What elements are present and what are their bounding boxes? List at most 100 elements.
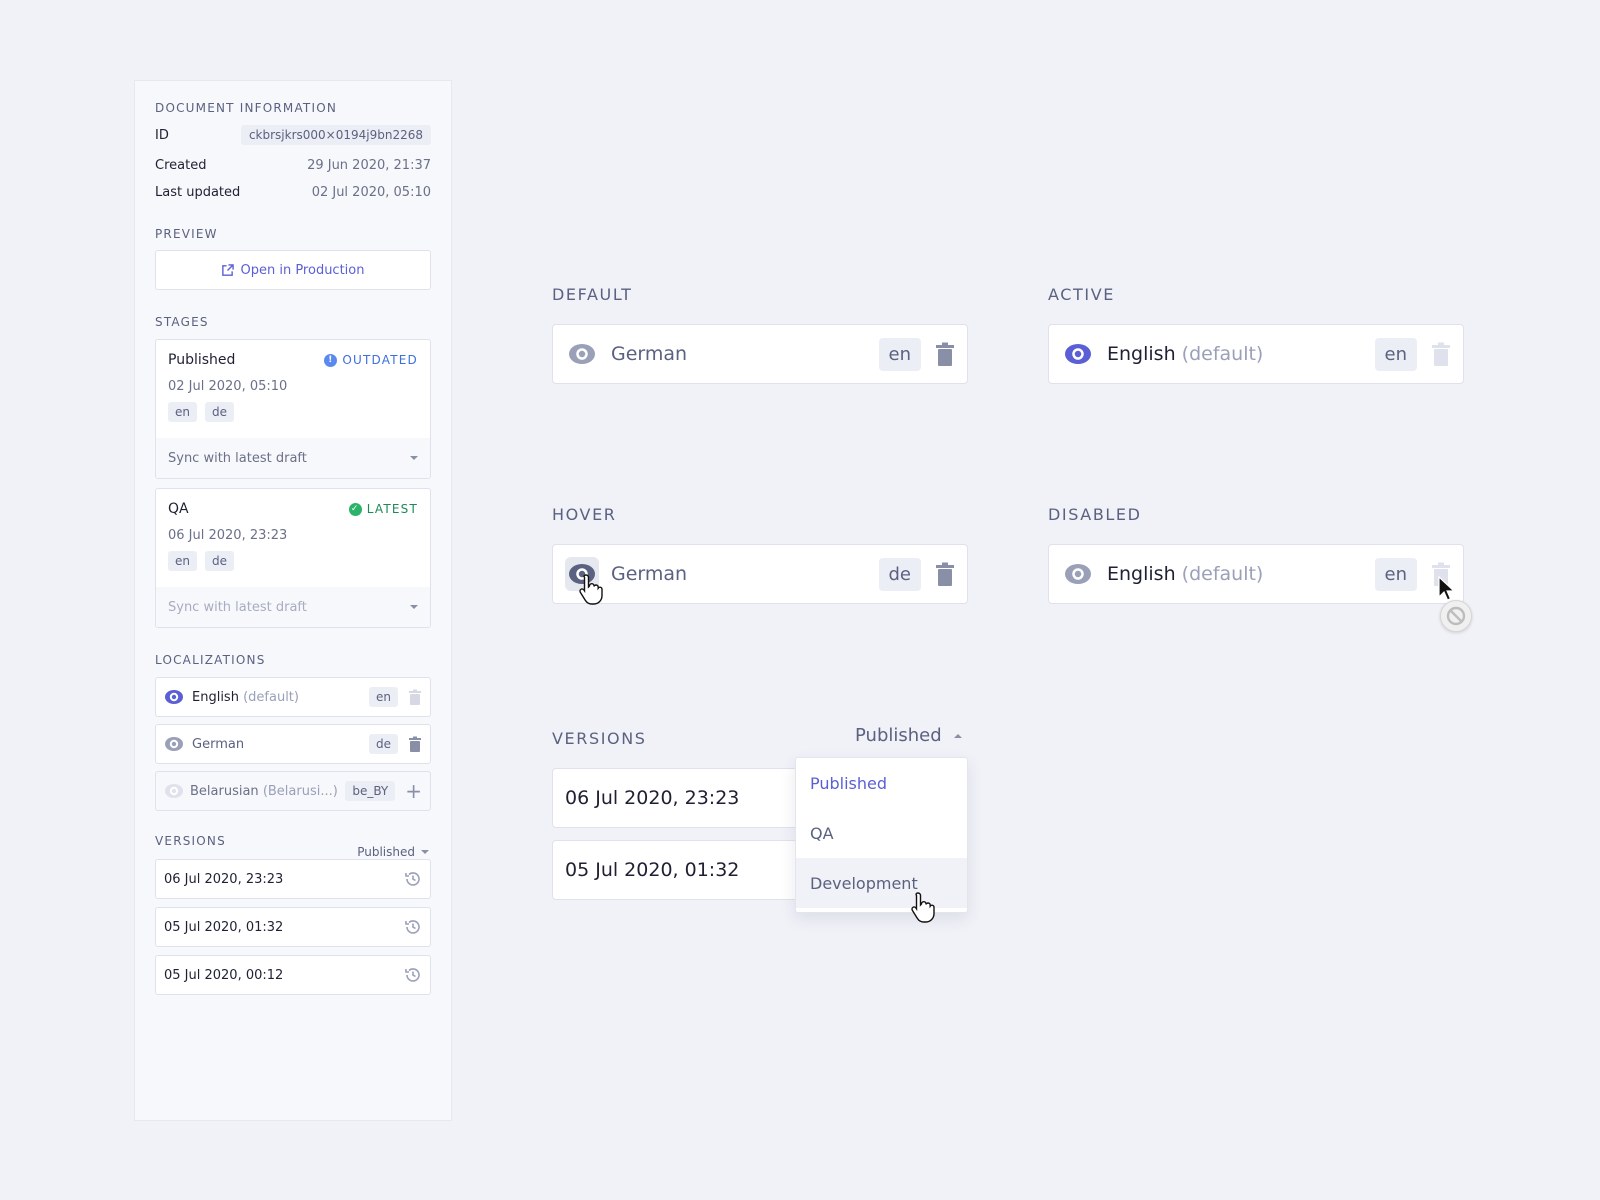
locale-code: be_BY <box>345 781 396 801</box>
localization-row-default[interactable]: German en <box>552 324 968 384</box>
hand-cursor-icon <box>579 574 603 605</box>
version-row[interactable]: 06 Jul 2020, 23:23 <box>155 859 431 899</box>
created-row: Created 29 Jun 2020, 21:37 <box>155 158 431 173</box>
version-date: 06 Jul 2020, 23:23 <box>164 871 284 887</box>
stages-title: STAGES <box>155 315 209 329</box>
open-in-production-label: Open in Production <box>240 262 365 278</box>
eye-icon[interactable] <box>164 687 184 707</box>
versions-dropdown-label: Published <box>855 725 942 746</box>
eye-toggle[interactable] <box>1061 557 1095 591</box>
eye-toggle[interactable] <box>565 337 599 371</box>
not-allowed-icon <box>1440 600 1472 632</box>
localization-label: English (default) <box>1107 343 1264 365</box>
doc-info-title: DOCUMENT INFORMATION <box>155 101 338 115</box>
localization-row-german[interactable]: German de <box>155 724 431 764</box>
locale-code: de <box>369 734 398 754</box>
doc-id-value[interactable]: ckbrsjkrs000×0194j9bn2268 <box>240 125 431 145</box>
locale-tag: de <box>205 402 234 422</box>
menu-item-published[interactable]: Published <box>796 758 967 808</box>
localization-label: German <box>611 343 688 365</box>
info-icon: ! <box>324 353 338 367</box>
localization-label: German <box>192 736 245 752</box>
version-date: 05 Jul 2020, 01:32 <box>164 919 284 935</box>
localization-label: Belarusian (Belarusi...) <box>190 783 338 799</box>
stage-name: Published <box>168 352 236 368</box>
active-state-title: ACTIVE <box>1048 285 1115 304</box>
default-state-title: DEFAULT <box>552 285 633 304</box>
doc-id-label: ID <box>155 127 169 143</box>
eye-icon[interactable] <box>164 734 184 754</box>
history-icon[interactable] <box>404 966 422 984</box>
hand-cursor-icon <box>911 892 935 923</box>
localization-label: German <box>611 563 688 585</box>
hover-state-title: HOVER <box>552 505 617 524</box>
updated-label: Last updated <box>155 185 241 200</box>
check-icon: ✓ <box>348 502 362 516</box>
chevron-down-icon <box>410 605 418 609</box>
disabled-state-title: DISABLED <box>1048 505 1142 524</box>
stage-status-badge: ! OUTDATED <box>324 353 418 367</box>
localization-row-active[interactable]: English (default) en <box>1048 324 1464 384</box>
trash-icon[interactable] <box>935 342 955 366</box>
sync-dropdown[interactable]: Sync with latest draft <box>156 587 430 627</box>
open-in-production-button[interactable]: Open in Production <box>155 250 431 290</box>
sync-dropdown[interactable]: Sync with latest draft <box>156 438 430 478</box>
localizations-title: LOCALIZATIONS <box>155 653 266 667</box>
localization-row-belarusian[interactable]: Belarusian (Belarusi...) be_BY + <box>155 771 431 811</box>
locale-code: en <box>1374 337 1417 371</box>
eye-icon <box>165 784 183 798</box>
stage-status-badge: ✓ LATEST <box>348 502 418 516</box>
eye-icon <box>1065 564 1091 584</box>
localization-row-disabled[interactable]: English (default) en <box>1048 544 1464 604</box>
chevron-down-icon <box>421 850 429 854</box>
stage-date: 02 Jul 2020, 05:10 <box>168 379 288 394</box>
version-row[interactable]: 05 Jul 2020, 01:32 <box>155 907 431 947</box>
history-icon[interactable] <box>404 918 422 936</box>
stage-card-qa: QA ✓ LATEST 06 Jul 2020, 23:23 en de Syn… <box>155 488 431 628</box>
versions-title: VERSIONS <box>155 834 226 848</box>
preview-title: PREVIEW <box>155 227 218 241</box>
locale-code: en <box>369 687 398 707</box>
locale-code: en <box>878 337 921 371</box>
add-localization-icon[interactable]: + <box>405 781 422 801</box>
version-date: 05 Jul 2020, 01:32 <box>565 859 740 881</box>
trash-icon[interactable] <box>408 736 422 752</box>
locale-tag: de <box>205 551 234 571</box>
eye-icon <box>569 344 595 364</box>
external-link-icon <box>222 263 235 276</box>
chevron-down-icon <box>410 456 418 460</box>
history-icon[interactable] <box>404 870 422 888</box>
doc-id-row: ID ckbrsjkrs000×0194j9bn2268 <box>155 125 431 145</box>
localization-row-hover[interactable]: German de <box>552 544 968 604</box>
document-sidebar: DOCUMENT INFORMATION ID ckbrsjkrs000×019… <box>134 80 452 1121</box>
stage-status-label: LATEST <box>366 502 418 516</box>
version-row[interactable]: 05 Jul 2020, 00:12 <box>155 955 431 995</box>
localization-label: English (default) <box>192 689 299 705</box>
locale-code: de <box>878 557 921 591</box>
versions-stage-dropdown-open[interactable]: Published <box>855 725 962 746</box>
trash-icon <box>1432 342 1450 366</box>
versions-showcase-title: VERSIONS <box>552 729 647 748</box>
created-value: 29 Jun 2020, 21:37 <box>307 158 431 173</box>
stage-card-published: Published ! OUTDATED 02 Jul 2020, 05:10 … <box>155 339 431 479</box>
localization-row-english[interactable]: English (default) en <box>155 677 431 717</box>
menu-item-development[interactable]: Development <box>796 858 967 908</box>
stage-tags: en de <box>168 402 234 422</box>
arrow-cursor-icon <box>1438 576 1456 601</box>
menu-item-qa[interactable]: QA <box>796 808 967 858</box>
stage-tags: en de <box>168 551 234 571</box>
versions-stage-dropdown[interactable]: Published <box>357 845 429 859</box>
stage-dropdown-menu: Published QA Development <box>795 757 968 913</box>
updated-value: 02 Jul 2020, 05:10 <box>311 185 431 200</box>
stage-name: QA <box>168 501 189 517</box>
locale-tag: en <box>168 402 197 422</box>
locale-code: en <box>1374 557 1417 591</box>
sync-label: Sync with latest draft <box>168 599 307 615</box>
sync-label: Sync with latest draft <box>168 450 307 466</box>
localization-label: English (default) <box>1107 563 1264 585</box>
trash-icon[interactable] <box>935 562 955 586</box>
eye-icon <box>1065 344 1091 364</box>
eye-toggle[interactable] <box>1061 337 1095 371</box>
created-label: Created <box>155 158 207 173</box>
version-date: 06 Jul 2020, 23:23 <box>565 787 740 809</box>
